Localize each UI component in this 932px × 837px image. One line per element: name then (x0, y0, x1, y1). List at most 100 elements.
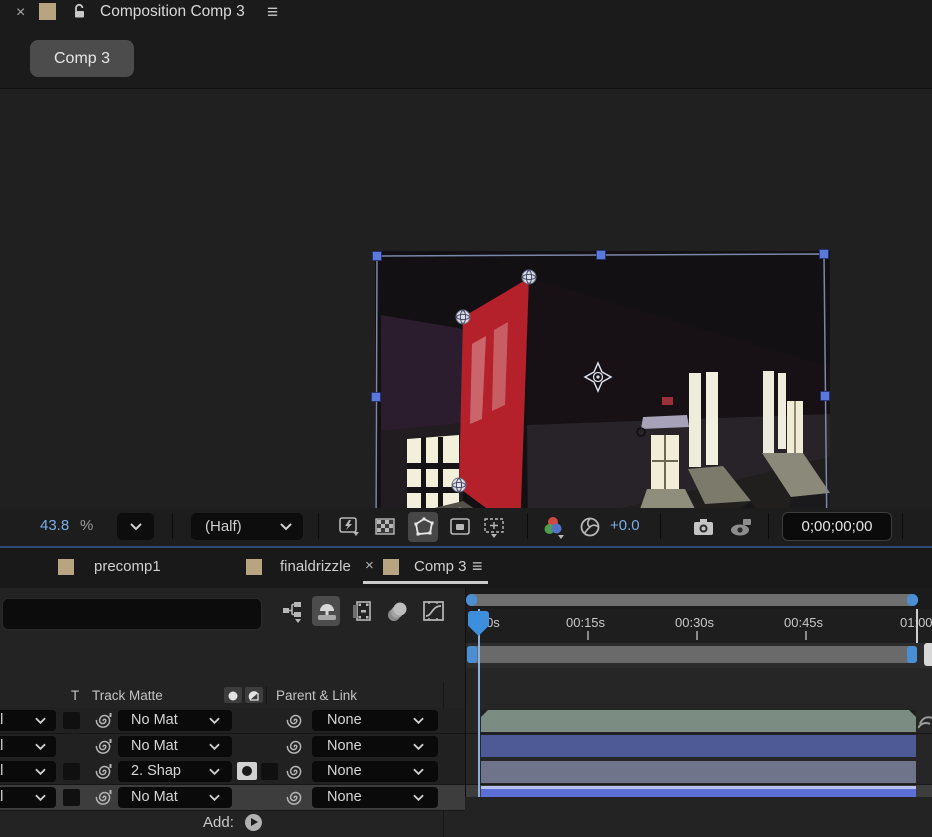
blend-mode-dropdown[interactable]: mal (0, 736, 56, 757)
timeline-track-area[interactable]: 0:00s 00:15s 00:30s 00:45s 01:00s (466, 588, 932, 797)
close-icon[interactable]: × (16, 4, 25, 22)
work-area-bar[interactable] (467, 646, 917, 663)
layer-track-1[interactable] (466, 708, 932, 734)
motion-blur-button[interactable] (383, 596, 411, 626)
add-play-icon[interactable] (245, 814, 262, 831)
close-icon[interactable]: × (365, 557, 374, 574)
work-area-strip[interactable] (466, 643, 932, 668)
tab-comp3-active[interactable]: Comp 3 (414, 558, 467, 575)
matte-pickwhip-icon[interactable] (95, 737, 114, 761)
vertical-scrollbar-thumb[interactable] (924, 643, 932, 666)
work-area-end-handle[interactable] (907, 646, 917, 663)
layer-track-3[interactable] (466, 759, 932, 785)
timeline-navigator[interactable] (466, 588, 932, 609)
composition-image[interactable] (375, 249, 830, 544)
comp-color-swatch[interactable] (39, 3, 56, 20)
column-t[interactable]: T (71, 683, 79, 708)
column-track-matte[interactable]: Track Matte (92, 683, 163, 708)
tab-precomp1[interactable]: precomp1 (94, 558, 161, 575)
comp-flowchart-button[interactable] (279, 596, 307, 626)
parent-link-dropdown[interactable]: None (312, 787, 438, 808)
toolbar-separator (902, 513, 903, 539)
resolution-dropdown[interactable]: (Half) (191, 513, 303, 540)
track-matte-dropdown[interactable]: No Mat (118, 710, 232, 731)
parent-pickwhip-icon[interactable] (286, 711, 305, 735)
track-matte-dropdown[interactable]: No Mat (118, 736, 232, 757)
chevron-down-icon (130, 523, 142, 531)
matte-pickwhip-icon[interactable] (95, 788, 114, 812)
preserve-transparency-toggle[interactable] (63, 763, 80, 780)
navigator-left-handle[interactable] (466, 594, 477, 606)
chevron-down-icon (413, 717, 424, 725)
selected-bar-highlight (481, 786, 916, 789)
parent-link-dropdown[interactable]: None (312, 736, 438, 757)
preserve-transparency-toggle[interactable] (63, 789, 80, 806)
add-row: Add: (0, 810, 465, 837)
blend-mode-dropdown[interactable]: mal (0, 710, 56, 731)
panel-menu-icon[interactable]: ≡ (472, 556, 483, 577)
layer-row-2[interactable]: mal No Mat None (0, 734, 465, 760)
track-matte-dropdown[interactable]: No Mat (118, 787, 232, 808)
snapshot-button[interactable] (690, 514, 716, 540)
channel-color-icon (543, 516, 567, 540)
fast-preview-button[interactable] (336, 514, 362, 540)
layer-row-4-selected[interactable]: mal No Mat None (0, 785, 465, 811)
tab-color-swatch (58, 559, 74, 575)
navigator-bar[interactable] (466, 594, 918, 606)
comp-3-button[interactable]: Comp 3 (30, 40, 134, 77)
layer-bar-1[interactable] (481, 710, 916, 732)
playhead-line[interactable] (478, 609, 480, 797)
track-matte-dropdown[interactable]: 2. Shap (118, 761, 232, 782)
layer-row-1[interactable]: mal No Mat None (0, 708, 465, 734)
parent-pickwhip-icon[interactable] (286, 788, 305, 812)
draft-3d-button[interactable] (312, 596, 340, 626)
invert-matte-toggle[interactable] (261, 763, 278, 780)
parent-link-dropdown[interactable]: None (312, 710, 438, 731)
exposure-value[interactable]: +0.0 (610, 517, 640, 534)
search-input[interactable] (2, 598, 262, 630)
exposure-icon (579, 516, 601, 538)
timeline-left-pane: T Track Matte Parent & Link mal No Mat N… (0, 588, 466, 797)
matte-pickwhip-icon[interactable] (95, 762, 114, 786)
panel-menu-icon[interactable]: ≡ (267, 2, 278, 24)
grid-guides-button[interactable] (481, 514, 507, 540)
alpha-matte-icon[interactable] (224, 687, 242, 703)
timecode-display[interactable]: 0;00;00;00 (782, 512, 892, 541)
work-area-start-handle[interactable] (467, 646, 477, 663)
transparency-grid-button[interactable] (372, 514, 398, 540)
channel-color-button[interactable] (541, 514, 567, 540)
inverted-matte-icon[interactable] (245, 687, 263, 703)
layer-row-3[interactable]: mal 2. Shap None (0, 759, 465, 785)
graph-editor-button[interactable] (419, 596, 447, 626)
lock-open-icon[interactable] (72, 3, 87, 24)
preserve-transparency-toggle[interactable] (63, 712, 80, 729)
blend-mode-dropdown[interactable]: mal (0, 761, 56, 782)
parent-link-dropdown[interactable]: None (312, 761, 438, 782)
parent-pickwhip-icon[interactable] (286, 737, 305, 761)
layer-track-4-selected[interactable] (466, 785, 932, 798)
region-of-interest-button[interactable] (447, 514, 473, 540)
ruler-tick (587, 631, 589, 640)
layer-track-2[interactable] (466, 734, 932, 760)
show-snapshot-button[interactable] (727, 514, 753, 540)
exposure-button[interactable] (577, 514, 603, 540)
zoom-value[interactable]: 43.8 (40, 517, 69, 534)
frame-blend-button[interactable] (347, 596, 375, 626)
composition-viewport[interactable] (0, 88, 932, 509)
ruler-label: 00:30s (675, 615, 714, 630)
layer-bar-2[interactable] (481, 735, 916, 757)
alpha-matte-enabled-icon[interactable] (237, 762, 257, 780)
parent-pickwhip-icon[interactable] (286, 762, 305, 786)
chevron-down-icon (209, 768, 220, 776)
layer-bar-3[interactable] (481, 761, 916, 783)
matte-pickwhip-icon[interactable] (95, 711, 114, 735)
viewer-toolbar: 43.8 % (Half) +0.0 (0, 508, 932, 546)
blend-mode-dropdown[interactable]: mal (0, 787, 56, 808)
zoom-dropdown[interactable] (117, 513, 154, 540)
mask-visibility-button[interactable] (408, 512, 438, 542)
time-ruler[interactable]: 0:00s 00:15s 00:30s 00:45s 01:00s (466, 609, 932, 644)
header-separator (266, 687, 267, 704)
tab-finaldrizzle[interactable]: finaldrizzle (280, 558, 351, 575)
column-parent-link[interactable]: Parent & Link (276, 683, 357, 708)
navigator-right-handle[interactable] (907, 594, 918, 606)
